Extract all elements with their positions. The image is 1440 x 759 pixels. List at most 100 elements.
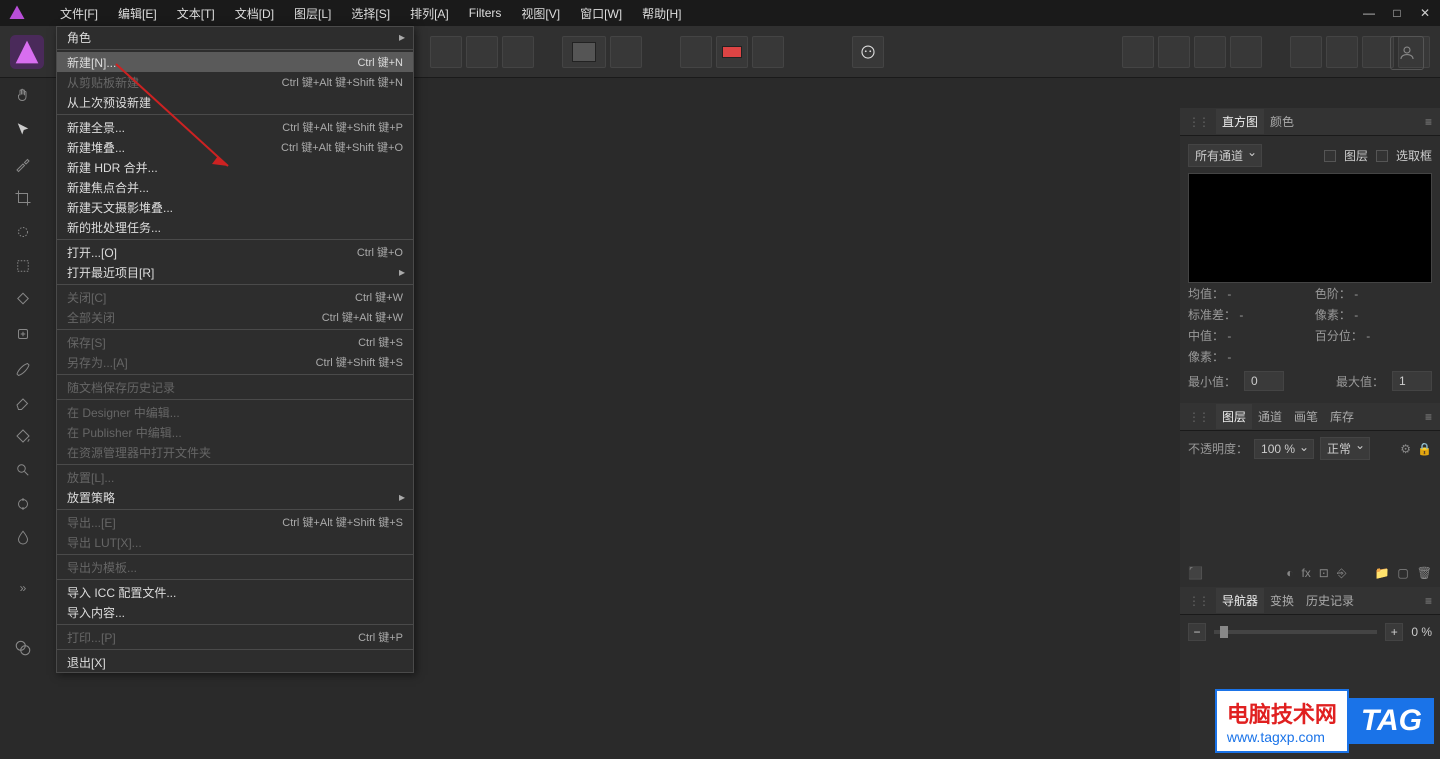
blend-mode-select[interactable]: 正常 [1320,437,1370,460]
panel-grip-icon[interactable]: ⋮⋮ [1188,594,1208,608]
toolbar-btn-r3[interactable] [1194,36,1226,68]
adjustment-icon[interactable]: ◐ [1286,566,1293,581]
menu-layer[interactable]: 图层[L] [284,0,341,27]
expand-tools-icon[interactable]: » [9,574,37,602]
link-icon[interactable]: ⎆ [1337,566,1347,581]
zoom-out-button[interactable]: − [1188,623,1206,641]
menu-separator [57,329,413,330]
toolbar-btn-r4[interactable] [1230,36,1262,68]
layer-lock-icon[interactable]: 🔒 [1417,442,1432,456]
fill-swatch[interactable] [562,36,606,68]
menu-item[interactable]: 新建天文摄影堆叠... [57,197,413,217]
panel-menu-icon[interactable]: ≡ [1425,410,1432,424]
panel-grip-icon[interactable]: ⋮⋮ [1188,410,1208,424]
menu-file[interactable]: 文件[F] [50,0,108,27]
min-input[interactable]: 0 [1244,371,1284,391]
menu-item[interactable]: 角色▸ [57,27,413,47]
menu-item[interactable]: 导入内容... [57,602,413,622]
menu-item[interactable]: 新建焦点合并... [57,177,413,197]
toolbar-btn-r5[interactable] [1290,36,1322,68]
hand-tool[interactable] [9,82,37,110]
color-swatch-button[interactable] [716,36,748,68]
clone-tool[interactable] [9,490,37,518]
panel-menu-icon[interactable]: ≡ [1425,594,1432,608]
panel-menu-icon[interactable]: ≡ [1425,115,1432,129]
toolbar-btn-r2[interactable] [1158,36,1190,68]
menu-filters[interactable]: Filters [459,1,512,25]
channel-select[interactable]: 所有通道 [1188,144,1262,167]
toolbar-btn-7[interactable] [610,36,642,68]
menu-item[interactable]: 打开最近项目[R]▸ [57,262,413,282]
crop-tool[interactable] [9,184,37,212]
move-tool[interactable] [9,116,37,144]
menu-help[interactable]: 帮助[H] [632,0,691,27]
toolbar-btn-8[interactable] [680,36,712,68]
healing-tool[interactable] [9,320,37,348]
marquee-checkbox[interactable] [1376,150,1388,162]
menu-window[interactable]: 窗口[W] [570,0,632,27]
menu-arrange[interactable]: 排列[A] [400,0,459,27]
selection-brush-tool[interactable] [9,218,37,246]
tab-navigator[interactable]: 导航器 [1216,588,1264,613]
menu-item[interactable]: 新建全景...Ctrl 键+Alt 键+Shift 键+P [57,117,413,137]
crop-layer-icon[interactable]: ⊡ [1319,566,1329,581]
assistant-icon[interactable] [852,36,884,68]
erase-tool[interactable] [9,388,37,416]
menu-item[interactable]: 从上次预设新建 [57,92,413,112]
menu-item[interactable]: 新的批处理任务... [57,217,413,237]
menu-text[interactable]: 文本[T] [167,0,225,27]
blur-tool[interactable] [9,524,37,552]
minimize-button[interactable]: — [1362,6,1376,20]
mask-layer-icon[interactable]: ⬛ [1188,566,1203,581]
color-picker-tool[interactable] [9,150,37,178]
tab-stock[interactable]: 库存 [1324,404,1360,429]
fill-tool[interactable] [9,422,37,450]
menu-item[interactable]: 导入 ICC 配置文件... [57,582,413,602]
toolbar-btn-r1[interactable] [1122,36,1154,68]
submenu-arrow-icon: ▸ [399,30,405,44]
color-chooser[interactable] [9,634,37,662]
tab-brushes[interactable]: 画笔 [1288,404,1324,429]
folder-icon[interactable]: 📁 [1374,566,1389,581]
layer-fx-icon[interactable]: ⚙ [1400,442,1411,456]
toolbar-btn-r6[interactable] [1326,36,1358,68]
tab-history[interactable]: 历史记录 [1300,588,1360,613]
tab-channels[interactable]: 通道 [1252,404,1288,429]
menu-edit[interactable]: 编辑[E] [108,0,167,27]
marquee-tool[interactable] [9,252,37,280]
menu-item[interactable]: 新建 HDR 合并... [57,157,413,177]
menu-document[interactable]: 文档[D] [225,0,284,27]
toolbar-btn-9[interactable] [752,36,784,68]
maximize-button[interactable]: □ [1390,6,1404,20]
fx-icon[interactable]: fx [1301,566,1310,581]
menu-item: 另存为...[A]Ctrl 键+Shift 键+S [57,352,413,372]
opacity-select[interactable]: 100 % [1254,439,1314,459]
paint-brush-tool[interactable] [9,354,37,382]
flood-select-tool[interactable] [9,286,37,314]
menu-view[interactable]: 视图[V] [511,0,570,27]
zoom-in-button[interactable]: + [1385,623,1403,641]
toolbar-btn-5[interactable] [466,36,498,68]
dodge-tool[interactable] [9,456,37,484]
close-button[interactable]: ✕ [1418,6,1432,20]
menu-item[interactable]: 退出[X] [57,652,413,672]
zoom-slider[interactable] [1214,630,1377,634]
toolbar-btn-6[interactable] [502,36,534,68]
menu-item[interactable]: 新建[N]...Ctrl 键+N [57,52,413,72]
tab-transform[interactable]: 变换 [1264,588,1300,613]
layer-checkbox[interactable] [1324,150,1336,162]
tab-layers[interactable]: 图层 [1216,404,1252,429]
menu-item[interactable]: 新建堆叠...Ctrl 键+Alt 键+Shift 键+O [57,137,413,157]
layers-bottom-icons: ⬛ ◐ fx ⊡ ⎆ 📁 ▢ 🗑 [1180,560,1440,587]
delete-layer-icon[interactable]: 🗑 [1417,566,1432,581]
toolbar-btn-4[interactable] [430,36,462,68]
tab-histogram[interactable]: 直方图 [1216,109,1264,134]
account-button[interactable] [1390,36,1424,70]
add-layer-icon[interactable]: ▢ [1397,566,1408,581]
tab-color[interactable]: 颜色 [1264,109,1300,134]
menu-select[interactable]: 选择[S] [341,0,400,27]
menu-item[interactable]: 放置策略▸ [57,487,413,507]
panel-grip-icon[interactable]: ⋮⋮ [1188,115,1208,129]
menu-item[interactable]: 打开...[O]Ctrl 键+O [57,242,413,262]
max-input[interactable]: 1 [1392,371,1432,391]
